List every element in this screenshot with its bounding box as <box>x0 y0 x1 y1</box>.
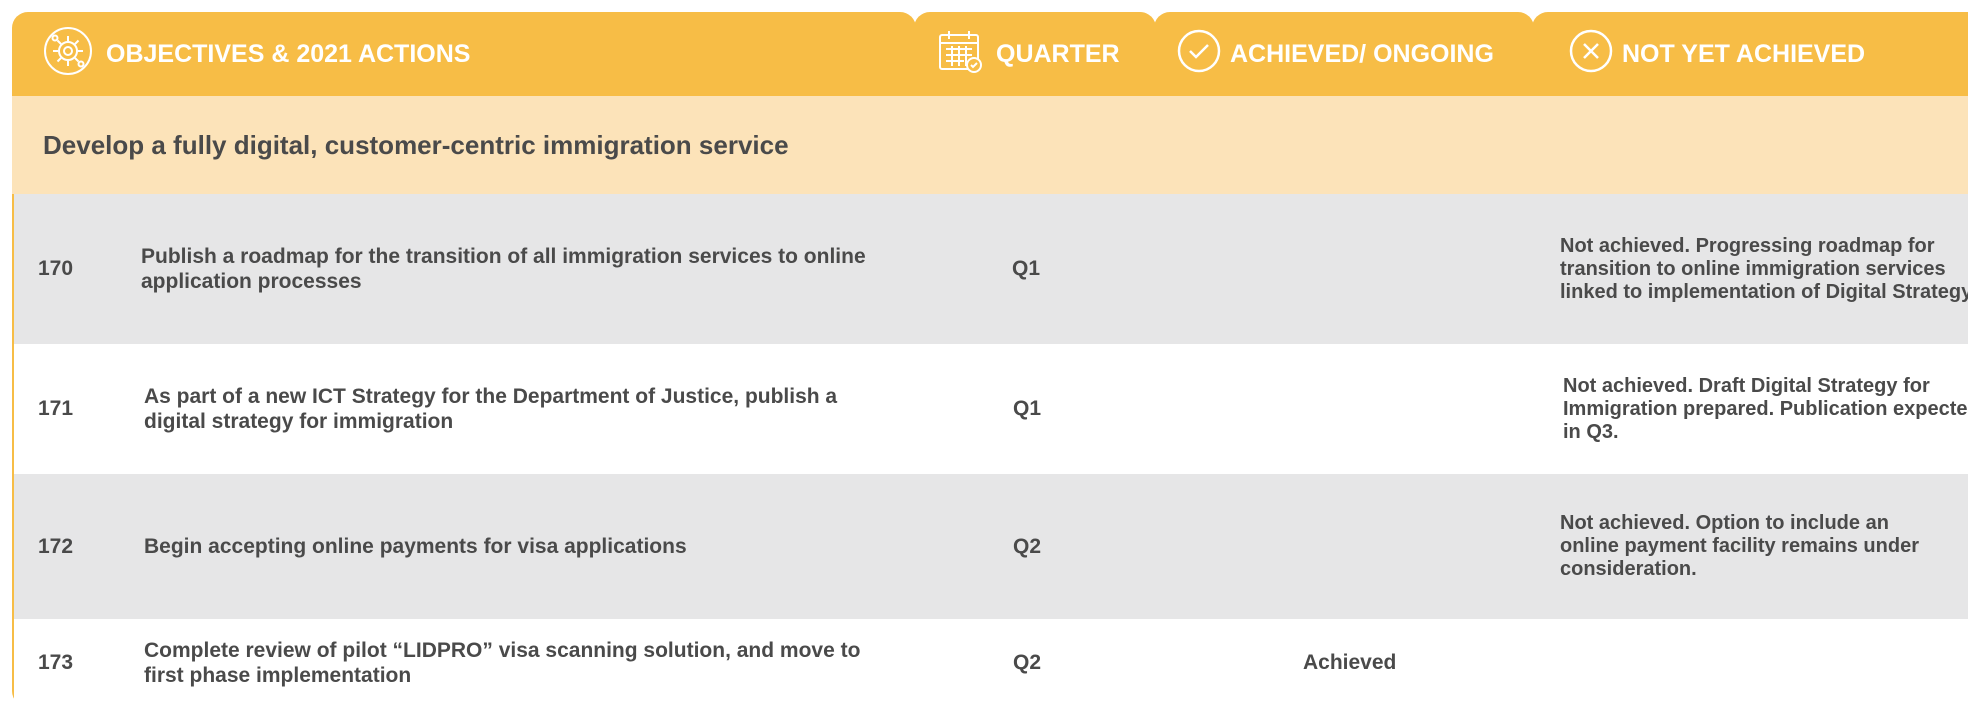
gear-cluster-icon <box>42 25 94 84</box>
action-text: Begin accepting online payments for visa… <box>144 534 687 558</box>
check-circle-icon <box>1176 28 1222 81</box>
header-objectives: OBJECTIVES & 2021 ACTIONS <box>12 12 916 96</box>
header-quarter-label: QUARTER <box>996 39 1120 68</box>
not-achieved-value: Not achieved. Progressing roadmap for tr… <box>1560 234 1968 303</box>
not-achieved-value: Not achieved. Draft Digital Strategy for… <box>1563 374 1968 443</box>
calendar-icon <box>936 27 984 82</box>
action-number: 173 <box>38 651 74 675</box>
action-text: Complete review of pilot “LIDPRO” visa s… <box>144 638 861 687</box>
header-achieved: ACHIEVED/ ONGOING <box>1154 12 1534 96</box>
achieved-value: Achieved <box>1303 651 1397 675</box>
quarter-value: Q2 <box>1013 651 1042 675</box>
table-row: 170 Publish a roadmap for the transition… <box>14 194 1968 344</box>
achieved-value <box>1302 344 1502 474</box>
not-achieved-value: Not achieved. Option to include an onlin… <box>1560 512 1919 580</box>
x-circle-icon <box>1568 28 1614 81</box>
header-quarter: QUARTER <box>914 12 1156 96</box>
not-achieved-value <box>1560 619 1968 707</box>
action-number: 170 <box>38 257 74 281</box>
table-row: 171 As part of a new ICT Strategy for th… <box>14 344 1968 474</box>
action-number: 171 <box>38 397 74 421</box>
achieved-value <box>1302 474 1502 619</box>
table-row: 173 Complete review of pilot “LIDPRO” vi… <box>14 619 1968 707</box>
table-row: 172 Begin accepting online payments for … <box>14 474 1968 619</box>
action-text: Publish a roadmap for the transition of … <box>141 244 866 293</box>
header-objectives-label: OBJECTIVES & 2021 ACTIONS <box>106 39 471 68</box>
quarter-value: Q1 <box>1013 397 1042 421</box>
quarter-value: Q2 <box>1013 534 1042 558</box>
header-not-achieved-label: NOT YET ACHIEVED <box>1622 39 1866 68</box>
objective-title: Develop a fully digital, customer-centri… <box>12 96 1968 194</box>
action-text: As part of a new ICT Strategy for the De… <box>144 384 838 433</box>
action-number: 172 <box>38 534 74 558</box>
header-achieved-label: ACHIEVED/ ONGOING <box>1230 39 1494 68</box>
quarter-value: Q1 <box>1012 257 1041 281</box>
header-not-achieved: NOT YET ACHIEVED <box>1532 12 1968 96</box>
achieved-value <box>1302 194 1502 344</box>
